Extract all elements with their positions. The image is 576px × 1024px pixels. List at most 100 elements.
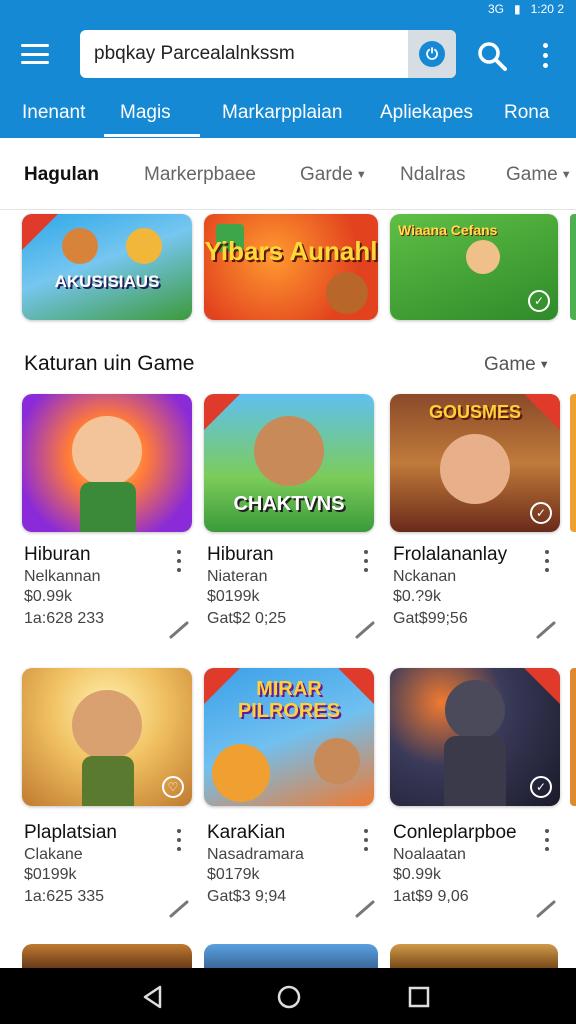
card-meta: 1at$9 9,06 — [393, 888, 469, 905]
recents-icon[interactable] — [404, 982, 434, 1012]
character-art — [126, 228, 162, 264]
game-card-image[interactable]: GOUSMES ✓ — [390, 394, 560, 532]
character-art — [440, 434, 510, 504]
card-overflow-icon[interactable] — [541, 827, 553, 853]
character-art — [62, 228, 98, 264]
back-icon[interactable] — [138, 982, 168, 1012]
card-meta: Gat$2 0;25 — [207, 610, 287, 627]
category-chips: Hagulan Markerpbaee Garde ▼ Ndalras Game ▼ — [0, 138, 576, 210]
banner-3[interactable]: Wiaana Cefans ✓ — [390, 214, 558, 320]
game-card-image[interactable]: MIRAR PILRORES — [204, 668, 374, 806]
chip-markerpbaee[interactable]: Markerpbaee — [144, 164, 256, 186]
tab-markarpplaian[interactable]: Markarpplaian — [222, 102, 342, 124]
banner-1[interactable]: AKUSISIAUS — [22, 214, 192, 320]
character-jacket-art — [82, 756, 134, 806]
banner-title: AKUSISIAUS — [54, 272, 160, 291]
card-overflow-icon[interactable] — [541, 548, 553, 574]
card-overflow-icon[interactable] — [360, 548, 372, 574]
check-icon[interactable]: ✓ — [530, 776, 552, 798]
active-tab-indicator — [104, 134, 200, 137]
voice-search-button[interactable]: ⏻ — [408, 30, 456, 78]
banner-title: Yibars Aunahl — [204, 236, 378, 266]
card-overflow-icon[interactable] — [173, 548, 185, 574]
tab-inenant[interactable]: Inenant — [22, 102, 85, 124]
card-price: $0.?9k — [393, 588, 442, 605]
card-overflow-icon[interactable] — [360, 827, 372, 853]
game-card-image[interactable] — [22, 394, 192, 532]
character-art — [445, 680, 505, 740]
heart-icon[interactable]: ♡ — [162, 776, 184, 798]
edit-icon[interactable] — [535, 897, 557, 919]
character-art — [254, 416, 324, 486]
game-card-image[interactable]: ♡ — [22, 668, 192, 806]
armor-art — [444, 736, 506, 806]
banner-2[interactable]: Yibars Aunahl — [204, 214, 378, 320]
chip-ndalras[interactable]: Ndalras — [400, 164, 465, 186]
check-icon[interactable]: ✓ — [530, 502, 552, 524]
next-card-peek — [570, 668, 576, 806]
card-title: Plaplatsian — [24, 822, 117, 843]
system-nav-bar — [0, 968, 576, 1024]
chip-hagulan[interactable]: Hagulan — [24, 164, 99, 186]
chip-game[interactable]: Game ▼ — [506, 164, 572, 186]
card-subtitle: Clakane — [24, 846, 83, 863]
app-bar: ⏻ Inenant Magis Markarpplaian Apliekapes… — [0, 18, 576, 138]
card-art-title: MIRAR PILRORES — [237, 678, 341, 722]
character-art — [466, 240, 500, 274]
card-meta: 1a:628 233 — [24, 610, 105, 627]
home-icon[interactable] — [274, 982, 304, 1012]
card-price: $0.99k — [393, 866, 442, 883]
card-title: Conleplarpboe — [393, 822, 517, 843]
card-art-title: GOUSMES — [428, 402, 521, 422]
search-bar[interactable]: ⏻ — [80, 30, 456, 78]
battery-icon: ▮ — [514, 2, 521, 16]
status-bar: 3G ▮ 1:20 2 — [0, 0, 576, 18]
game-card-image[interactable]: ✓ — [390, 668, 560, 806]
edit-icon[interactable] — [354, 618, 376, 640]
edit-icon[interactable] — [168, 618, 190, 640]
card-subtitle: Niateran — [207, 568, 268, 585]
chevron-down-icon: ▼ — [538, 358, 550, 371]
character-art — [72, 416, 142, 486]
top-tabs: Inenant Magis Markarpplaian Apliekapes R… — [0, 102, 576, 138]
card-art-title: CHAKTVNS — [233, 493, 345, 515]
banner-title: Wiaana Cefans — [398, 222, 498, 238]
mic-icon: ⏻ — [419, 41, 445, 67]
menu-icon[interactable] — [18, 40, 52, 68]
clock: 1:20 2 — [530, 2, 564, 16]
card-title: Frolalananlay — [393, 544, 508, 565]
character-art — [72, 690, 142, 760]
edit-icon[interactable] — [535, 618, 557, 640]
chip-garde[interactable]: Garde ▼ — [300, 164, 367, 186]
overflow-menu-icon[interactable] — [536, 40, 554, 70]
character-art — [314, 738, 360, 784]
tab-rona[interactable]: Rona — [504, 102, 549, 124]
ribbon-badge — [204, 394, 240, 430]
card-subtitle: Nasadramara — [207, 846, 304, 863]
card-price: $0199k — [24, 866, 77, 883]
section-sort-dropdown[interactable]: Game ▼ — [484, 354, 550, 376]
card-price: $0.99k — [24, 588, 73, 605]
card-title: KaraKian — [207, 822, 286, 843]
card-meta: Gat$99;56 — [393, 610, 468, 627]
character-shirt-art — [80, 482, 136, 532]
card-title: Hiburan — [24, 544, 91, 565]
search-input[interactable] — [80, 43, 408, 65]
game-card-image-partial[interactable] — [204, 944, 378, 968]
tab-apliekapes[interactable]: Apliekapes — [380, 102, 473, 124]
game-card-image-partial[interactable] — [390, 944, 558, 968]
game-card-image[interactable]: CHAKTVNS — [204, 394, 374, 532]
card-price: $0199k — [207, 588, 260, 605]
edit-icon[interactable] — [354, 897, 376, 919]
game-card-image-partial[interactable] — [22, 944, 192, 968]
check-icon[interactable]: ✓ — [528, 290, 550, 312]
chevron-down-icon: ▼ — [560, 168, 572, 181]
card-subtitle: Nckanan — [393, 568, 457, 585]
card-overflow-icon[interactable] — [173, 827, 185, 853]
edit-icon[interactable] — [168, 897, 190, 919]
ribbon-badge — [22, 214, 58, 250]
character-art — [212, 744, 270, 802]
tab-magis[interactable]: Magis — [120, 102, 171, 124]
search-icon[interactable] — [476, 40, 508, 72]
next-banner-peek — [570, 214, 576, 320]
